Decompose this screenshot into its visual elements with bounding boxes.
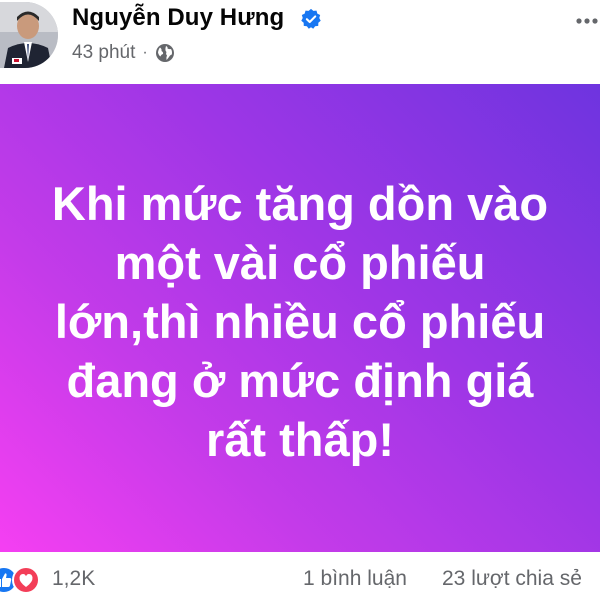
more-horizontal-icon[interactable] <box>572 6 600 36</box>
meta-separator: · <box>142 44 148 61</box>
post-meta: 43 phút · <box>72 41 175 65</box>
reaction-count[interactable]: 1,2K <box>52 567 95 591</box>
facebook-post: Nguyễn Duy Hưng 43 phút · Khi mức tăng d… <box>0 0 600 600</box>
post-header: Nguyễn Duy Hưng 43 phút · <box>0 0 600 84</box>
verified-badge-icon <box>301 8 321 29</box>
post-text-line: lớn,thì nhiều cổ phiếu <box>54 294 546 348</box>
post-background-banner: Khi mức tăng dồn vào một vài cổ phiếu lớ… <box>0 84 600 552</box>
post-footer: 1,2K 1 bình luận 23 lượt chia sẻ <box>0 552 600 600</box>
author-name[interactable]: Nguyễn Duy Hưng <box>72 4 284 32</box>
post-text: Khi mức tăng dồn vào một vài cổ phiếu lớ… <box>20 174 580 469</box>
reaction-icons[interactable] <box>0 566 50 594</box>
post-text-line: Khi mức tăng dồn vào <box>51 176 549 230</box>
love-icon <box>12 566 40 594</box>
comment-count[interactable]: 1 bình luận <box>303 567 407 591</box>
avatar[interactable] <box>0 2 58 68</box>
post-time[interactable]: 43 phút <box>72 42 135 64</box>
globe-icon[interactable] <box>155 43 175 63</box>
share-count[interactable]: 23 lượt chia sẻ <box>442 567 582 591</box>
post-text-line: một vài cổ phiếu <box>114 235 486 289</box>
post-text-line: đang ở mức định giá <box>66 353 534 407</box>
post-text-line: rất thấp! <box>206 412 394 466</box>
